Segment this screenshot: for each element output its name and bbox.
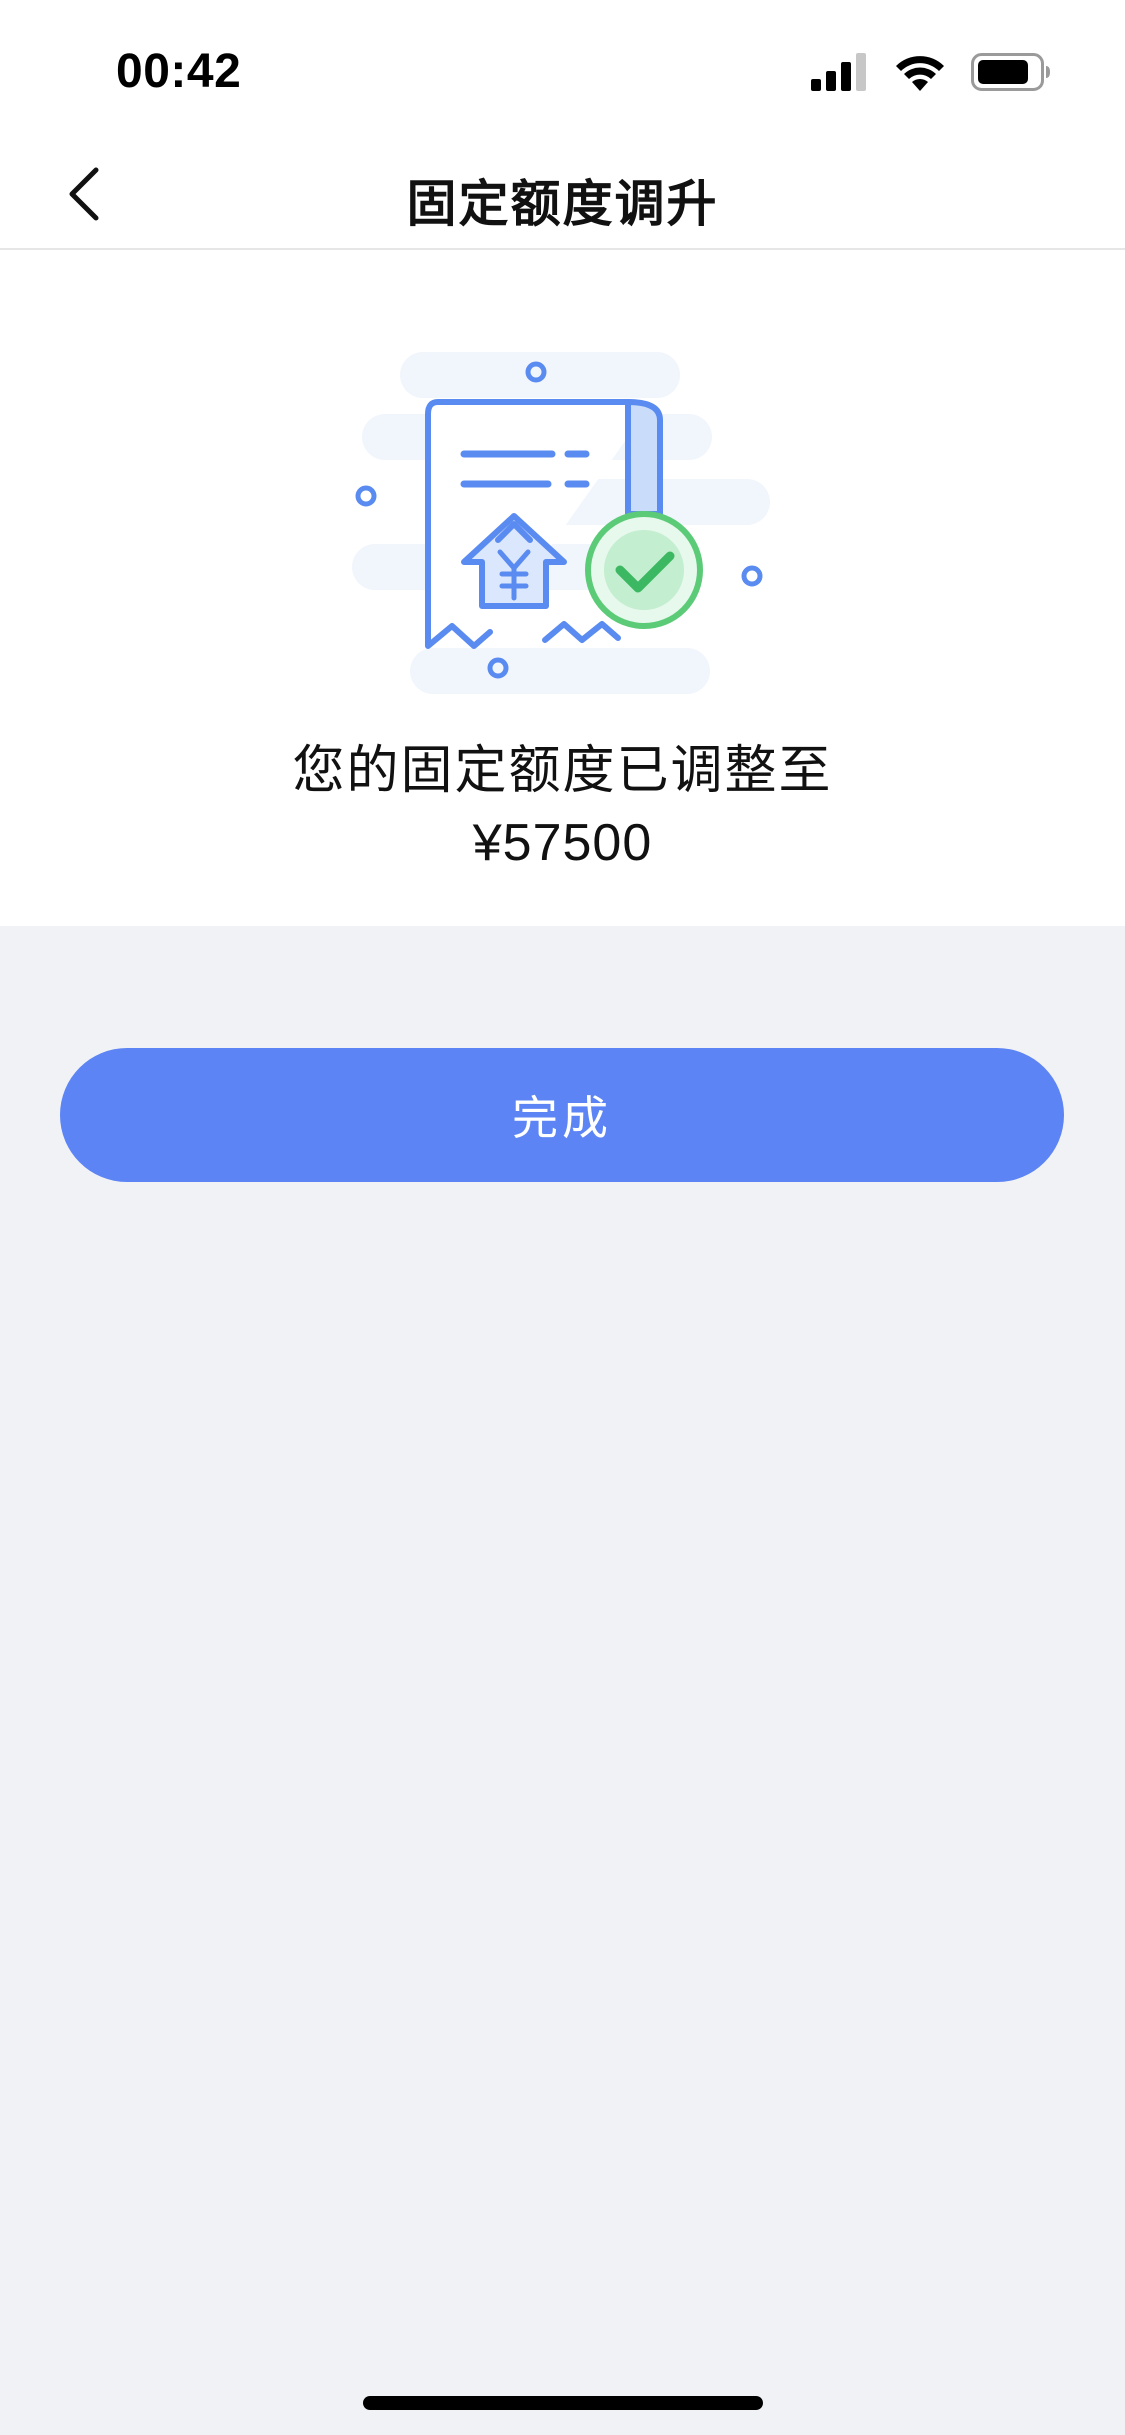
checkmark-badge-icon [585, 511, 703, 629]
nav-bar: 固定额度调升 [0, 140, 1125, 250]
result-card: 您的固定额度已调整至 ¥57500 [0, 250, 1125, 926]
result-message: 您的固定额度已调整至 [292, 741, 833, 801]
success-illustration [340, 344, 780, 704]
status-bar: 00:42 [0, 0, 1125, 140]
status-icons [811, 52, 1051, 96]
battery-icon [971, 53, 1051, 95]
result-amount: ¥57500 [472, 814, 653, 872]
page-title: 固定额度调升 [406, 175, 719, 233]
status-time: 00:42 [116, 45, 242, 98]
wifi-icon [895, 53, 945, 95]
cellular-signal-icon [811, 53, 869, 95]
done-button[interactable]: 完成 [60, 1048, 1064, 1182]
home-indicator[interactable] [363, 2396, 763, 2410]
